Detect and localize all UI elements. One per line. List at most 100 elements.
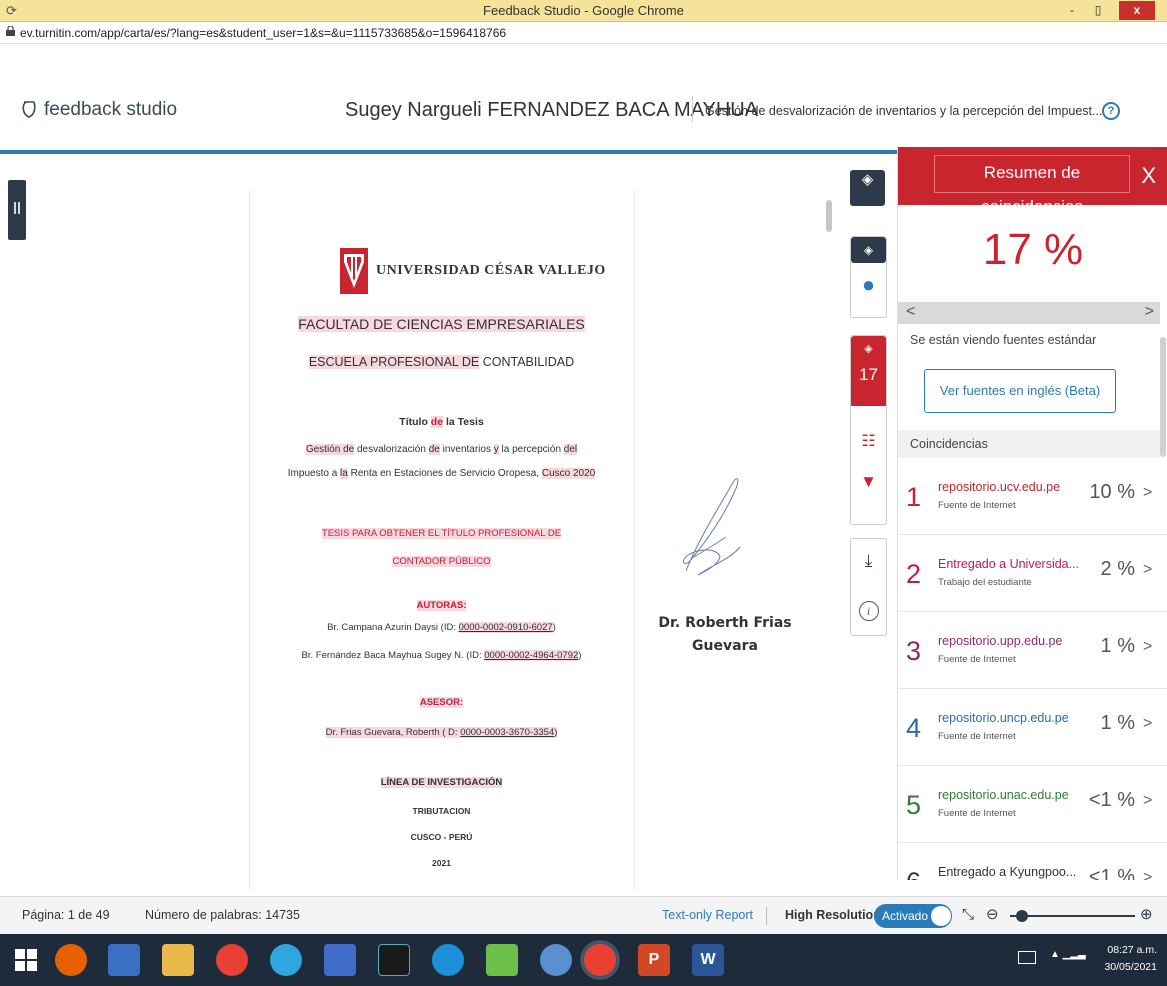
match-row[interactable]: 4 repositorio.uncp.edu.pe Fuente de Intern…	[898, 689, 1167, 766]
title1-a: Gestión de	[305, 444, 355, 455]
download-icon[interactable]: ⤓	[851, 543, 886, 579]
thesis-label-a: Título	[399, 416, 431, 428]
media-icon[interactable]	[324, 944, 356, 976]
layers-icon[interactable]: ◈	[850, 170, 885, 206]
faculty-text: FACULTAD DE CIENCIAS EMPRESARIALES	[298, 316, 585, 332]
tray-icons[interactable]: ▲ ▁▂▃	[1050, 949, 1086, 960]
chevron-right-icon[interactable]: >	[1143, 638, 1152, 656]
zoom-slider-handle[interactable]	[1016, 910, 1028, 922]
advisor-line: Dr. Frias Guevara, Roberth ( D: 0000-000…	[249, 727, 634, 738]
maximize-button[interactable]: ▯	[1085, 1, 1111, 20]
chevron-right-icon[interactable]: >	[1143, 869, 1152, 880]
match-row[interactable]: 3 repositorio.upp.edu.pe Fuente de Interne…	[898, 612, 1167, 689]
research-value: TRIBUTACION	[412, 806, 471, 816]
standard-sources-text: Se están viendo fuentes estándar	[910, 333, 1097, 347]
similarity-layer-button[interactable]: ◈ 17	[851, 336, 886, 406]
media-player-icon[interactable]	[378, 944, 410, 976]
match-source-type: Fuente de Internet	[938, 500, 1016, 511]
signature-name-2: Guevara	[692, 638, 758, 654]
photos-icon[interactable]	[486, 944, 518, 976]
thesis-title-line1: Gestión de desvalorización de inventario…	[249, 444, 634, 455]
nav-next-icon[interactable]: >	[1145, 303, 1154, 321]
window-title: Feedback Studio - Google Chrome	[483, 3, 684, 18]
zoom-in-icon[interactable]: ⊕	[1140, 905, 1153, 923]
zoom-slider[interactable]	[1010, 910, 1135, 922]
file-explorer-icon[interactable]	[162, 944, 194, 976]
title2-d: Cusco 2020	[541, 468, 596, 479]
chevron-right-icon[interactable]: >	[1143, 792, 1152, 810]
title1-b: desvalorización	[354, 444, 429, 455]
side-drawer-toggle[interactable]	[8, 180, 26, 240]
system-clock[interactable]: 08:27 a.m. 30/05/2021	[1104, 942, 1157, 976]
grip-icon	[14, 202, 16, 214]
address-bar[interactable]: ev.turnitin.com/app/carta/es/?lang=es&st…	[0, 22, 1167, 44]
document-scrollbar[interactable]	[826, 200, 832, 232]
fullscreen-icon[interactable]: ⤡	[962, 906, 974, 923]
window-titlebar: ⟳ Feedback Studio - Google Chrome - ▯ x	[0, 0, 1167, 22]
match-source[interactable]: Entregado a Universida...	[938, 557, 1079, 571]
match-row[interactable]: 5 repositorio.unac.edu.pe Fuente de Intern…	[898, 766, 1167, 843]
advisor-a: Dr. Frias Guevara, Roberth ( D:	[325, 727, 461, 738]
windows-start-icon[interactable]	[10, 944, 42, 976]
status-divider	[766, 907, 767, 925]
powerpoint-icon[interactable]: P	[638, 944, 670, 976]
telegram-icon[interactable]	[270, 944, 302, 976]
english-sources-button[interactable]: Ver fuentes en inglés (Beta)	[924, 369, 1116, 413]
chrome-active-icon[interactable]	[584, 944, 616, 976]
signature-name: Dr. Roberth Frias Guevara	[640, 612, 810, 658]
edge-icon[interactable]	[432, 944, 464, 976]
zoom-out-icon[interactable]: ⊖	[986, 905, 999, 923]
match-overview-panel: Resumen de coincidencias X 17 % < > Se e…	[897, 147, 1167, 880]
advisor-label-line: ASESOR:	[249, 697, 634, 708]
panel-close-icon[interactable]: X	[1141, 163, 1156, 189]
comment-bubble-icon[interactable]: ●	[851, 269, 886, 305]
match-source[interactable]: repositorio.upp.edu.pe	[938, 634, 1062, 648]
match-source[interactable]: repositorio.uncp.edu.pe	[938, 711, 1069, 725]
chevron-right-icon[interactable]: >	[1143, 484, 1152, 502]
word-count: Número de palabras: 14735	[145, 908, 300, 922]
turnitin-logo-icon	[22, 101, 36, 118]
match-source[interactable]: repositorio.ucv.edu.pe	[938, 480, 1060, 494]
info-button[interactable]: i	[851, 595, 886, 631]
author2-a: Br. Fernández Baca Mayhua Sugey N. (ID:	[301, 650, 485, 661]
research-label-line: LÍNEA DE INVESTIGACIÓN	[249, 777, 634, 788]
match-percentage: 1 %	[1100, 635, 1135, 657]
authors-label: AUTORAS:	[416, 600, 467, 611]
match-source[interactable]: Entregado a Kyungpoo...	[938, 865, 1076, 879]
globe-icon[interactable]	[540, 944, 572, 976]
match-row[interactable]: 6Entregado a Kyungpoo...Trabajo del estu…	[898, 843, 1167, 880]
clock-date: 30/05/2021	[1104, 961, 1157, 973]
chrome-icon[interactable]	[216, 944, 248, 976]
matches-header: Coincidencias	[898, 430, 1160, 458]
match-source[interactable]: repositorio.unac.edu.pe	[938, 788, 1069, 802]
toggle-knob	[931, 906, 951, 926]
filter-icon[interactable]: ▼	[851, 464, 886, 500]
university-header: UNIVERSIDAD CÉSAR VALLEJO	[340, 248, 606, 294]
similarity-tools-group: ◈ 17 ☷ ▼	[850, 335, 887, 525]
chevron-right-icon[interactable]: >	[1143, 561, 1152, 579]
author1-c: )	[552, 622, 556, 633]
feedback-tools-group: ◈ ●	[850, 236, 887, 318]
high-resolution-toggle[interactable]: Activado	[874, 904, 952, 928]
word-icon[interactable]: W	[692, 944, 724, 976]
minimize-button[interactable]: -	[1059, 1, 1085, 20]
nav-prev-icon[interactable]: <	[906, 303, 915, 321]
chevron-right-icon[interactable]: >	[1143, 715, 1152, 733]
help-icon[interactable]: ?	[1102, 102, 1120, 120]
firefox-icon[interactable]	[55, 944, 87, 976]
high-resolution-label: High Resolution	[785, 908, 881, 922]
match-list-icon[interactable]: ☷	[851, 424, 886, 460]
windows-logo-icon	[15, 949, 37, 971]
feedback-studio-logo[interactable]: feedback studio	[20, 99, 177, 121]
panel-scrollbar[interactable]	[1160, 337, 1166, 457]
match-percentage: <1 %	[1088, 866, 1135, 880]
url-text[interactable]: ev.turnitin.com/app/carta/es/?lang=es&st…	[20, 26, 506, 40]
calculator-icon[interactable]	[108, 944, 140, 976]
feedback-layer-icon[interactable]: ◈	[851, 237, 886, 263]
close-window-button[interactable]: x	[1119, 1, 1155, 20]
match-row[interactable]: 2 Entregado a Universida... Trabajo del es…	[898, 535, 1167, 612]
text-only-report-link[interactable]: Text-only Report	[662, 908, 753, 922]
windows-taskbar: P W ▲ ▁▂▃ 08:27 a.m. 30/05/2021	[0, 934, 1167, 986]
match-row[interactable]: 1 repositorio.ucv.edu.pe Fuente de Interne…	[898, 458, 1167, 535]
keyboard-icon[interactable]	[1018, 951, 1036, 964]
